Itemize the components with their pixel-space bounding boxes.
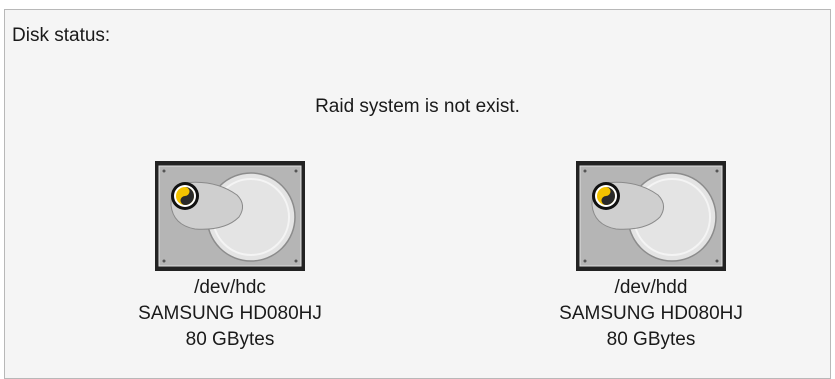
raid-status-message: Raid system is not exist. xyxy=(315,96,520,117)
disk-capacity: 80 GBytes xyxy=(185,329,275,350)
disk-device: /dev/hdd xyxy=(614,277,688,298)
disk-model: SAMSUNG HD080HJ xyxy=(559,303,743,324)
disk-capacity: 80 GBytes xyxy=(606,329,696,350)
disk-status-panel: Disk status: Raid system is not exist. /… xyxy=(4,9,831,379)
disk-item-hdc: /dev/hdc SAMSUNG HD080HJ 80 GBytes xyxy=(100,161,360,353)
disk-device: /dev/hdc xyxy=(194,277,266,298)
panel-title: Disk status: xyxy=(12,25,111,46)
disk-item-hdd: /dev/hdd SAMSUNG HD080HJ 80 GBytes xyxy=(521,161,781,353)
hard-disk-icon xyxy=(576,161,726,271)
disk-model: SAMSUNG HD080HJ xyxy=(138,303,322,324)
hard-disk-icon xyxy=(155,161,305,271)
